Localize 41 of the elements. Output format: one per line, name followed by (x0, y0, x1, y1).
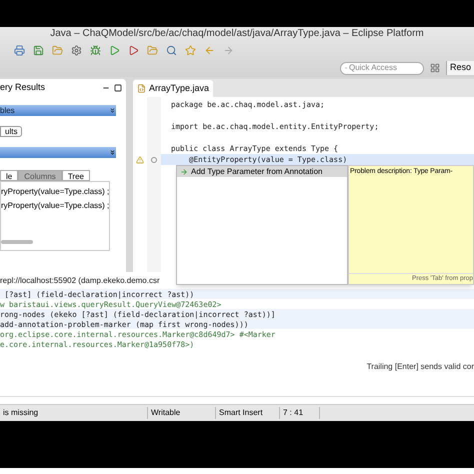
folder-icon[interactable] (52, 44, 63, 56)
maximize-icon[interactable] (114, 84, 122, 92)
view-tab[interactable]: Tree (62, 170, 90, 181)
arrow-icon (180, 168, 188, 176)
java-file-icon (137, 84, 146, 93)
forward-icon[interactable] (223, 44, 234, 56)
folder-icon[interactable] (147, 44, 158, 56)
status-field: is missing (0, 407, 148, 419)
view-tab[interactable]: le (0, 170, 18, 181)
status-field: Smart Insert (216, 407, 280, 419)
star-icon[interactable] (185, 44, 196, 56)
back-icon[interactable] (204, 44, 215, 56)
warning-icon[interactable] (136, 156, 144, 164)
status-field: 7 : 41 (280, 407, 320, 419)
repl-hint: Trailing [Enter] sends valid cor (366, 361, 474, 373)
section-header[interactable] (0, 147, 116, 158)
run-icon[interactable] (128, 44, 139, 56)
result-row[interactable]: ryProperty(value=Type.class) ; (1, 200, 109, 212)
perspective-icon[interactable] (430, 63, 440, 73)
collapse-icon (109, 149, 116, 156)
section-header[interactable]: bles (0, 105, 116, 116)
editor-tab[interactable]: ArrayType.java (133, 80, 214, 97)
view-tab[interactable]: Columns (18, 170, 62, 181)
quick-access-field[interactable]: Quick Access (340, 62, 424, 74)
printer-icon[interactable] (14, 44, 25, 56)
status-field: Writable (148, 407, 216, 419)
repl-title: repl://localhost:55902 (damp.ekeko.demo.csr (0, 275, 160, 287)
quick-fix-item[interactable]: Add Type Parameter from Annotation (177, 166, 347, 177)
search-icon (344, 64, 347, 72)
search-icon[interactable] (166, 44, 177, 56)
results-button[interactable]: ults (0, 126, 22, 137)
perspective-button[interactable]: Reso (446, 61, 474, 75)
bug-icon[interactable] (90, 44, 101, 56)
scrollbar[interactable] (1, 240, 33, 244)
save-icon[interactable] (33, 44, 44, 56)
result-row[interactable]: ryProperty(value=Type.class) ; (1, 186, 109, 198)
window-title: Java – ChaQModel/src/be/ac/chaq/model/ast/java/ArrayType.java – Eclipse Platform (49, 27, 425, 41)
fold-icon[interactable] (151, 156, 157, 162)
settings-icon[interactable] (71, 44, 82, 56)
collapse-icon (109, 107, 116, 114)
run-icon[interactable] (109, 44, 120, 56)
